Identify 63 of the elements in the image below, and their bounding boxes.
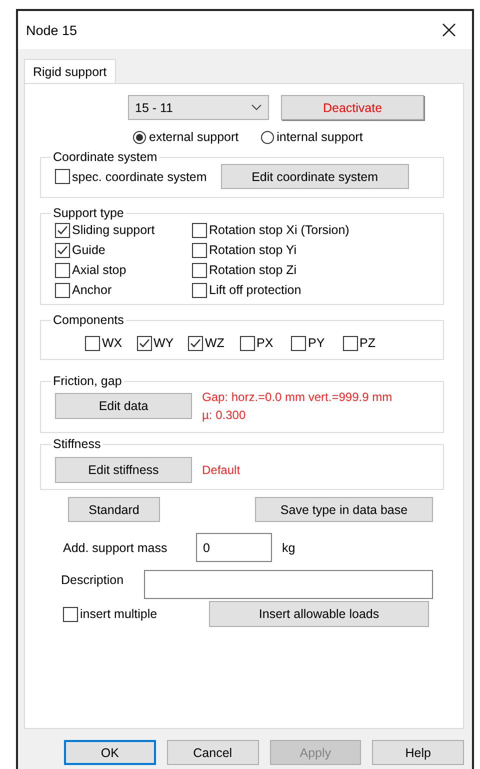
checkbox-label: Rotation stop Zi [209,263,297,277]
checkbox[interactable] [192,282,207,298]
checkbox[interactable] [63,606,78,622]
checkbox[interactable] [240,336,254,350]
unit-label: kg [282,540,296,554]
checkbox[interactable] [55,262,70,278]
friction-info: Gap: horz.=0.0 mm vert.=999.9 mm [202,390,392,404]
radio-label: internal support [276,130,363,144]
checkbox-label: Rotation stop Xi (Torsion) [209,223,350,237]
field-label: Description [61,573,125,587]
checkbox-label: PX [256,336,274,350]
checkbox-label: PZ [360,336,376,350]
chevron-icon [251,104,262,111]
checkbox[interactable] [192,262,207,278]
checkbox-label: Guide [72,243,106,257]
checkbox-label: Anchor [72,283,112,297]
checkbox-label: PY [308,336,325,350]
window-title: Node 15 [26,22,78,38]
checkbox-label: Axial stop [72,263,126,277]
checkbox[interactable] [342,336,358,350]
radio-button[interactable] [133,130,146,144]
checkbox[interactable] [55,242,70,258]
dialog-button[interactable]: OK [64,740,156,765]
checkbox[interactable] [55,282,70,298]
dialog-button[interactable]: Help [372,740,464,765]
tab[interactable]: Rigid support [24,59,116,83]
checkbox-label: WZ [205,336,224,350]
insert-loads-button[interactable]: Insert allowable loads [209,601,429,627]
close-icon [442,23,456,37]
group-title: Friction, gap [52,374,123,388]
radio-label: external support [149,130,239,144]
checkbox-label: WY [154,336,174,350]
group-title: Support type [52,206,125,220]
checkbox-label: Rotation stop Yi [209,243,297,257]
radio-button[interactable] [260,130,274,144]
checkbox[interactable] [192,222,207,238]
support-dropdown[interactable]: 15 - 11 [128,95,269,120]
edit-data-button[interactable]: Edit data [55,393,192,419]
checkbox[interactable] [136,336,152,350]
save-type-button[interactable]: Save type in data base [255,497,433,522]
checkbox[interactable] [291,336,306,350]
checkbox[interactable] [188,336,203,350]
input-field[interactable] [144,570,433,599]
checkbox-label: WX [102,336,122,350]
group-title: Coordinate system [52,150,158,164]
group-title: Components [52,313,125,327]
dialog-button[interactable]: Cancel [166,740,258,765]
group-title: Stiffness [52,437,102,451]
checkbox-label: insert multiple [80,607,158,621]
checkbox[interactable] [85,336,100,350]
checkbox-label: spec. coordinate system [72,170,207,184]
checkbox-label: Lift off protection [209,283,302,297]
checkbox-label: Sliding support [72,223,155,237]
checkbox[interactable] [55,169,70,184]
edit-coordinate-system-button[interactable]: Edit coordinate system [220,164,409,189]
friction-info: µ: 0.300 [202,408,247,422]
stiffness-info: Default [202,463,240,477]
input-field[interactable]: 0 [196,533,272,562]
checkbox[interactable] [192,242,207,258]
standard-button[interactable]: Standard [68,497,160,522]
checkbox[interactable] [55,222,70,238]
edit-stiffness-button[interactable]: Edit stiffness [55,457,192,483]
field-label: Add. support mass [63,540,168,554]
